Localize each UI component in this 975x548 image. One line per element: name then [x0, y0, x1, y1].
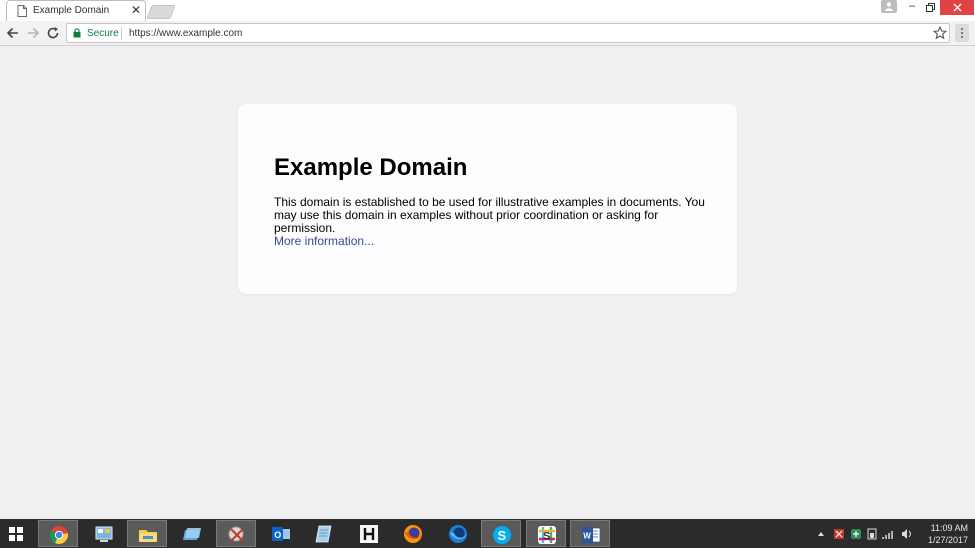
page-title: Example Domain: [274, 154, 468, 181]
new-tab-button[interactable]: [146, 5, 176, 19]
firefox-icon: [404, 525, 422, 543]
tab-title: Example Domain: [33, 5, 110, 16]
taskbar-control-panel[interactable]: [84, 520, 124, 547]
menu-dot-icon: [961, 32, 963, 34]
more-information-link[interactable]: More information...: [274, 234, 374, 248]
taskbar-firefox[interactable]: [393, 520, 433, 547]
secure-label: Secure: [87, 28, 119, 39]
url-text[interactable]: https://www.example.com: [129, 28, 242, 39]
user-icon: [885, 2, 893, 11]
tray-overflow-icon: [818, 532, 824, 536]
clock-time: 11:09 AM: [930, 523, 968, 533]
profile-button[interactable]: [881, 0, 897, 13]
taskbar-h-app[interactable]: [349, 520, 389, 547]
back-arrow-icon[interactable]: [6, 26, 20, 40]
taskbar-firefox-developer[interactable]: [438, 520, 478, 547]
taskbar-outlook[interactable]: O: [261, 520, 301, 547]
menu-dot-icon: [961, 28, 963, 30]
chrome-icon: [50, 526, 69, 544]
page-description: This domain is established to be used fo…: [274, 195, 705, 235]
system-tray-icons[interactable]: [816, 528, 916, 540]
taskbar-file-explorer[interactable]: [127, 520, 167, 547]
omnibox-divider: [121, 27, 122, 40]
svg-text:O: O: [274, 530, 281, 540]
window-close-button[interactable]: [940, 0, 974, 15]
reload-icon[interactable]: [46, 26, 60, 40]
lock-icon: [73, 28, 81, 38]
document-icon: [17, 5, 27, 17]
skype-icon: S: [493, 526, 511, 544]
tab-strip: Example Domain ✕ –: [0, 0, 975, 21]
outlook-icon: O: [272, 527, 290, 541]
tray-volume-icon: [902, 529, 907, 539]
taskbar-folder-app[interactable]: [172, 520, 212, 547]
svg-text:S: S: [498, 528, 507, 543]
content-card: Example Domain This domain is establishe…: [238, 104, 737, 294]
notepad-icon: [315, 525, 332, 543]
folder-app-icon: [183, 528, 201, 540]
taskbar-skype[interactable]: S: [481, 520, 521, 547]
taskbar-word[interactable]: W: [570, 520, 610, 547]
address-bar[interactable]: Secure https://www.example.com: [66, 23, 950, 43]
browser-tab[interactable]: Example Domain ✕: [6, 0, 146, 21]
minimize-button[interactable]: –: [904, 0, 920, 14]
forward-arrow-icon[interactable]: [26, 26, 40, 40]
page-viewport: Example Domain This domain is establishe…: [0, 47, 975, 519]
taskbar-chrome[interactable]: [38, 520, 78, 547]
control-panel-icon: [95, 526, 113, 542]
restore-icon: [926, 3, 935, 12]
clock-date: 1/27/2017: [927, 535, 968, 545]
start-windows-icon[interactable]: [8, 526, 24, 542]
restore-button[interactable]: [922, 0, 938, 14]
word-icon: W: [582, 527, 601, 543]
taskbar-slack[interactable]: S: [526, 520, 566, 547]
firefox-developer-icon: [449, 525, 467, 543]
close-icon: [953, 3, 962, 12]
file-explorer-icon: [139, 530, 157, 542]
chrome-menu-button[interactable]: [955, 24, 969, 42]
svg-text:S: S: [543, 531, 550, 543]
bookmark-star-icon[interactable]: [933, 26, 947, 40]
slack-icon: S: [538, 526, 556, 544]
taskbar-snipping-tool[interactable]: [216, 520, 256, 547]
tab-close-icon[interactable]: ✕: [131, 3, 141, 17]
h-app-icon: [360, 525, 378, 543]
menu-dot-icon: [961, 36, 963, 38]
snipping-tool-icon: [228, 526, 244, 542]
taskbar: O S S W 11:09 AM 1/27/2017: [0, 519, 975, 548]
taskbar-clock[interactable]: 11:09 AM 1/27/2017: [918, 519, 972, 548]
taskbar-notepad[interactable]: [304, 520, 344, 547]
tray-signal-icon: [882, 531, 893, 539]
svg-text:W: W: [583, 532, 591, 541]
browser-toolbar: Secure https://www.example.com: [0, 21, 975, 46]
